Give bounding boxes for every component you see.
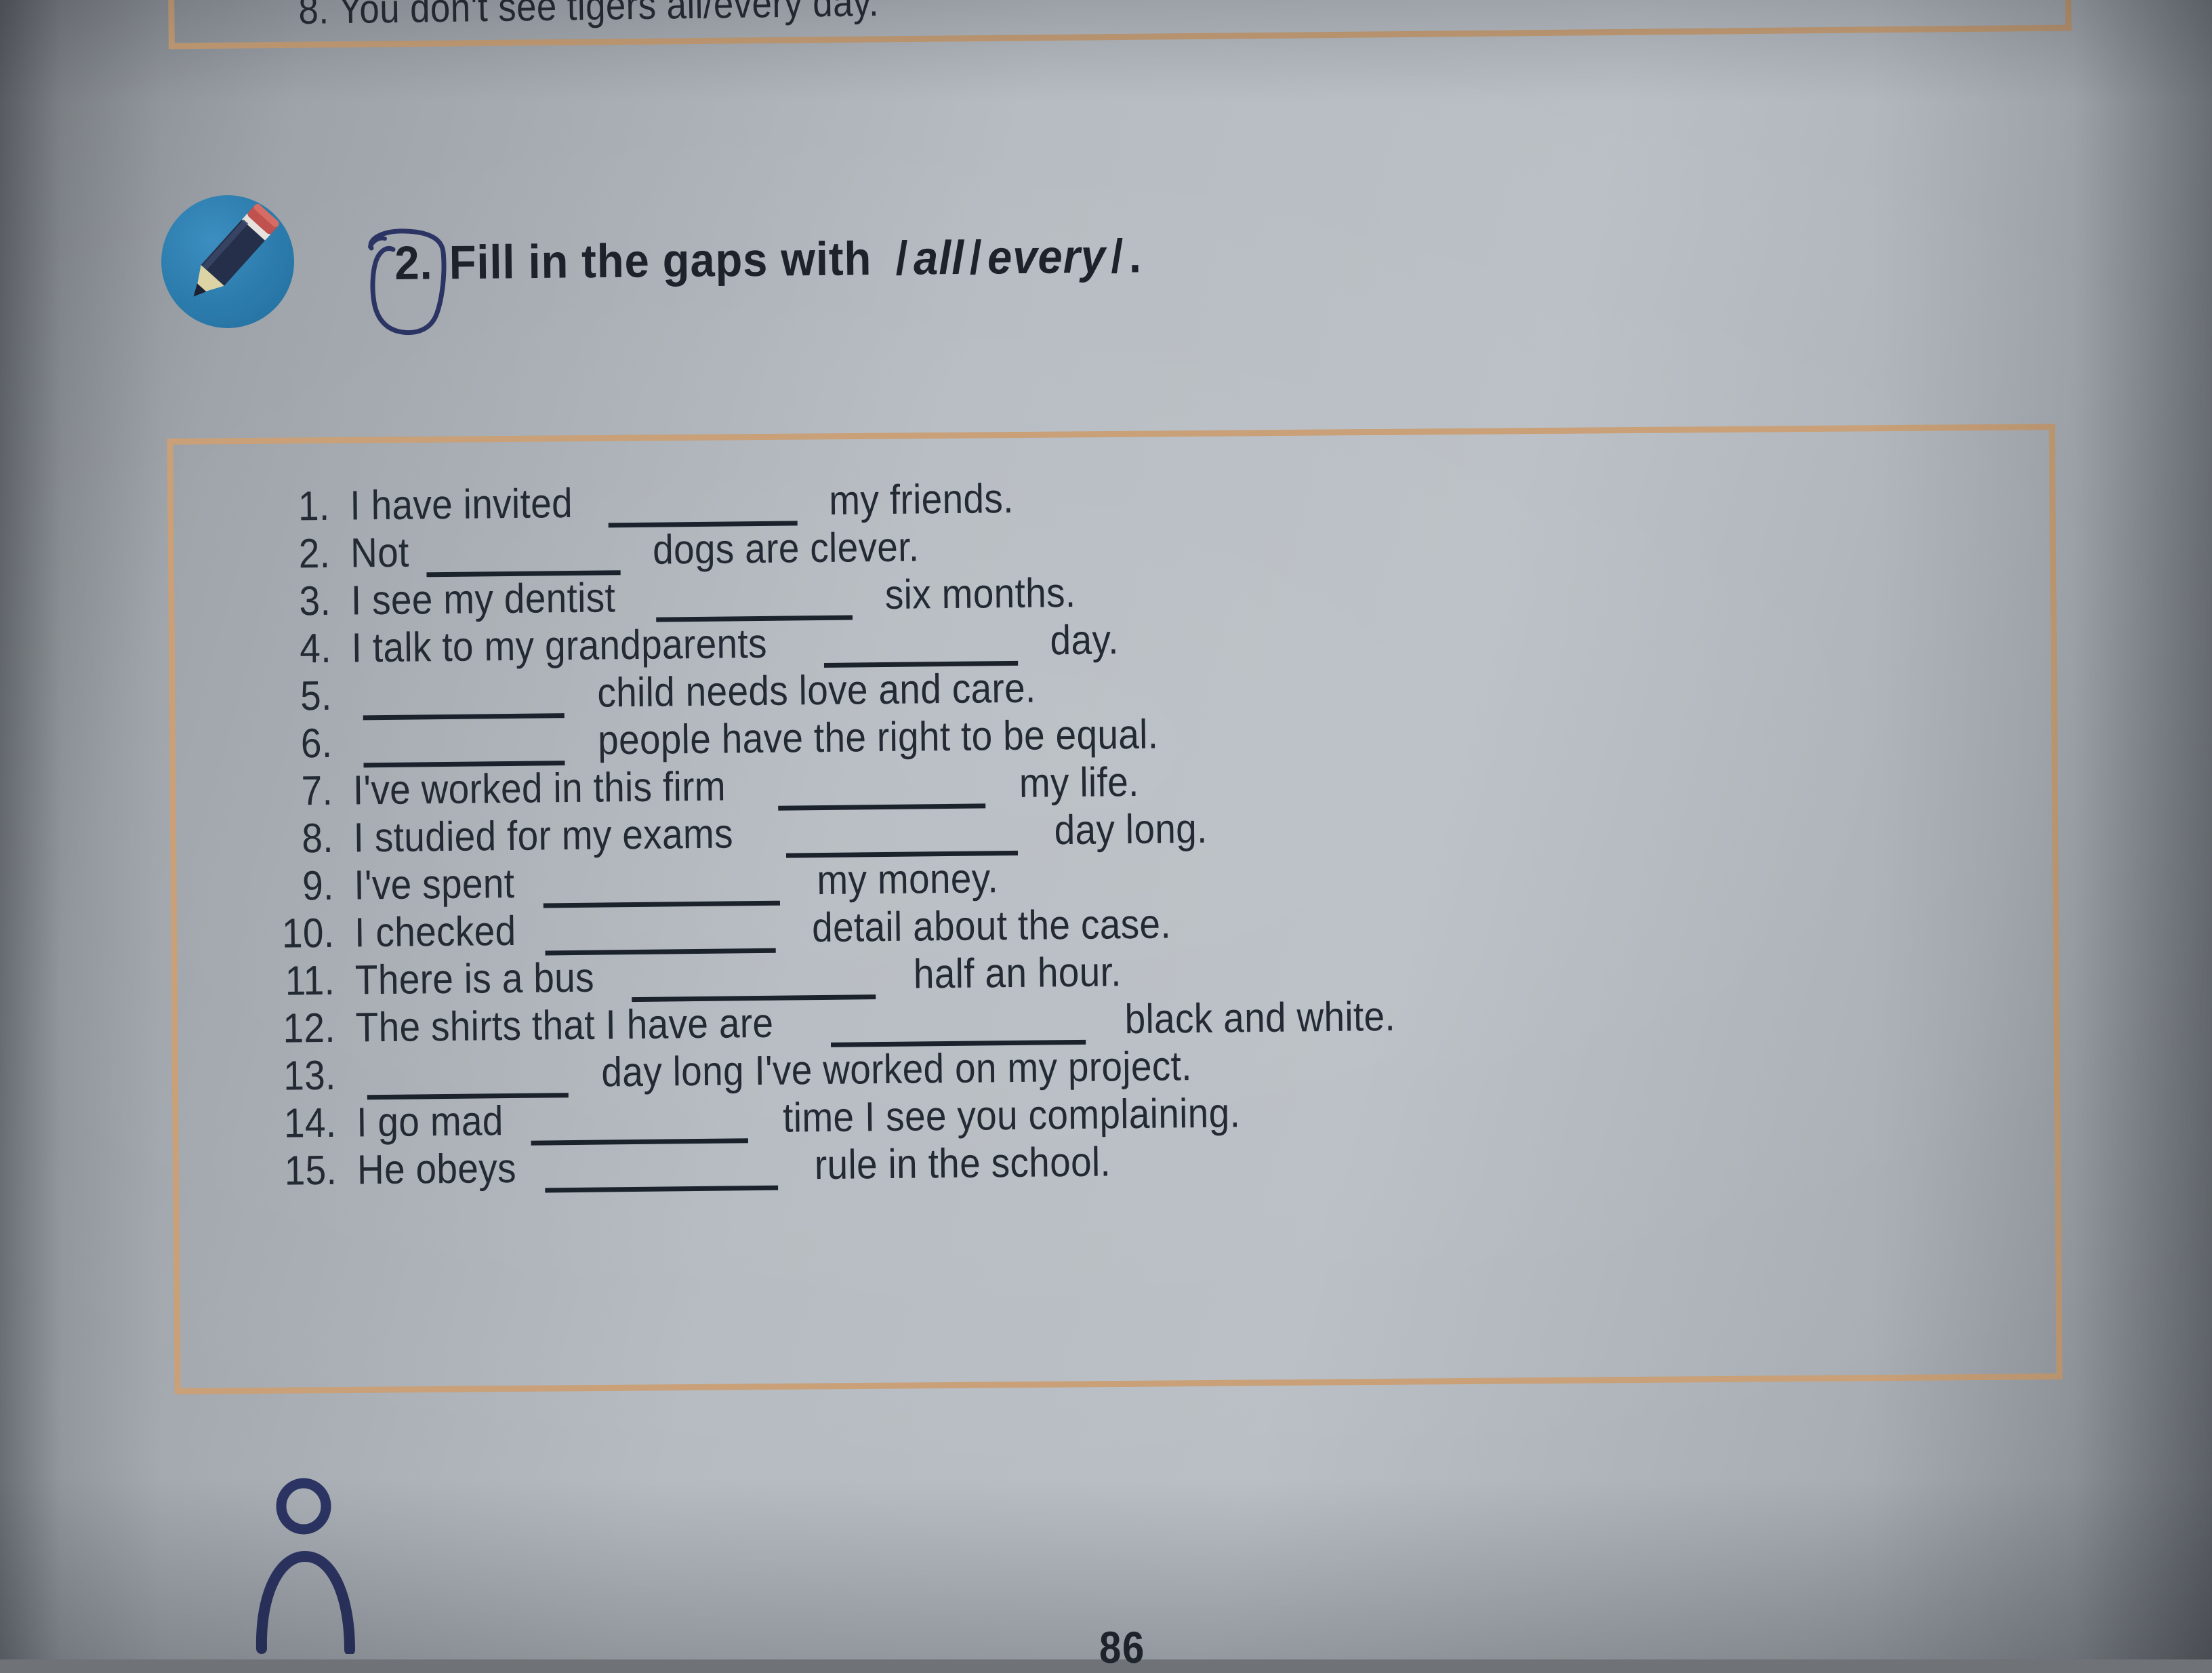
item-number: 7. [301,767,333,814]
item-text-after-blank: day long I've worked on my project. [601,1043,1193,1095]
instruction-period: . [1128,229,1143,283]
item-number: 9. [302,862,335,909]
item-text-after-blank: half an hour. [913,948,1122,997]
slash-2: / [969,230,983,284]
item-text-after-blank: detail about the case. [811,900,1172,951]
item-number: 4. [299,624,332,672]
item-text-after-blank: day. [1050,616,1120,664]
item-number: 13. [283,1051,337,1099]
item-text-before-blank: There is a bus [354,954,595,1003]
item-text-after-blank: rule in the school. [814,1138,1111,1188]
item-text-after-blank: six months. [884,569,1076,618]
item-text-after-blank: day long. [1054,805,1208,853]
option-all: all [913,230,965,285]
item-text-before-blank: I go mad [356,1097,504,1146]
item-number: 10. [281,909,335,956]
slash-1: / [895,231,909,285]
item-text-after-blank: my friends. [829,475,1015,523]
item-text-after-blank: black and white. [1124,992,1396,1043]
item-text-before-blank: I studied for my exams [353,810,734,861]
item-text-before-blank: I've spent [354,860,515,908]
item-text-before-blank: The shirts that I have are [355,999,774,1051]
item-text-after-blank: dogs are clever. [652,523,920,573]
item-number: 5. [300,672,332,719]
item-text-after-blank: my life. [1019,758,1140,806]
instruction-text: Fill in the gaps with [449,232,872,289]
handwritten-circle-annotation [363,224,449,338]
item-text-after-blank: child needs love and care. [597,664,1036,716]
exercise-instruction: 2. Fill in the gaps with/all/every/. [394,228,1142,290]
notebook-page: 8. You don't see tigers all/every day. 2… [0,0,2212,1672]
item-number: 14. [283,1099,337,1146]
item-text-after-blank: time I see you complaining. [782,1089,1241,1141]
item-text-before-blank: I see my dentist [350,574,616,624]
item-text-before-blank: I've worked in this firm [352,763,726,813]
item-text-before-blank: I talk to my grandparents [351,620,768,671]
item-number: 6. [300,719,333,767]
handwritten-person-doodle [251,1471,427,1655]
item-text-before-blank: Not [350,529,410,576]
item-number: 1. [298,482,330,529]
item-number: 12. [283,1004,336,1051]
pencil-icon [161,195,294,328]
item-number: 15. [284,1146,337,1194]
exercise-item-list: 1. I have invited my friends. 2. Not dogs are… [258,463,2095,1194]
item-text-before-blank: I have invited [350,479,573,529]
page-number: 86 [1099,1622,1146,1672]
item-number: 2. [298,529,331,577]
item-number: 3. [299,577,331,624]
item-text-before-blank: He obeys [356,1144,517,1193]
item-number: 11. [285,956,335,1004]
item-text-after-blank: my money. [817,855,999,904]
item-text-after-blank: people have the right to be equal. [597,710,1159,763]
item-number: 8. [301,814,334,862]
slash-3: / [1110,229,1124,283]
item-text-before-blank: I checked [354,907,516,956]
option-every: every [987,229,1107,284]
